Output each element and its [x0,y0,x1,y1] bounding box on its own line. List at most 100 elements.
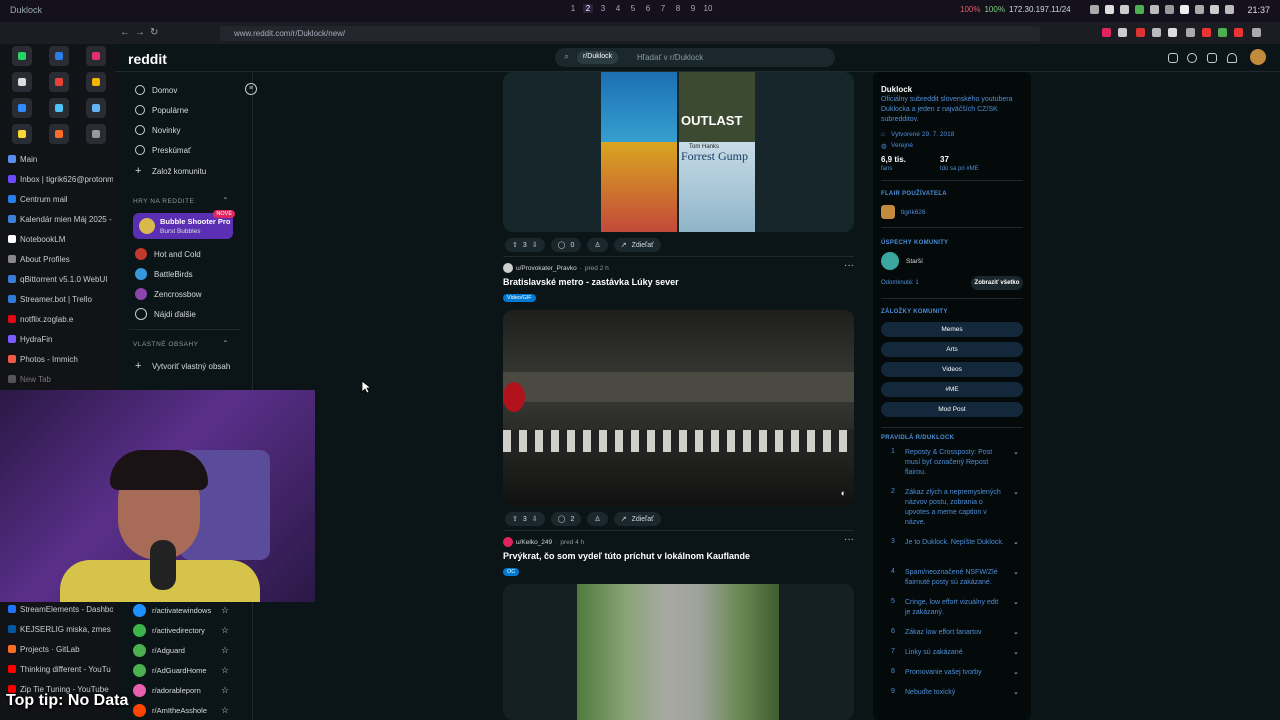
star-icon[interactable]: ☆ [221,625,229,636]
gitlab-pin[interactable] [49,124,69,144]
chevron-up-icon[interactable]: ⌃ [222,196,229,205]
more-options-icon[interactable]: ··· [844,534,854,545]
cloud-pin[interactable] [49,98,69,118]
chat-pin[interactable] [12,98,32,118]
star-icon[interactable]: ☆ [221,645,229,656]
browser-tab[interactable]: KEJSERLIG miska, zmes fa [8,621,113,637]
post-author[interactable]: u/Kelko_249 [516,539,552,546]
bookmark-button[interactable]: Mod Post [881,402,1023,417]
extension-icon[interactable] [1152,28,1161,37]
browser-tab[interactable]: Main [8,151,113,167]
nav-home[interactable]: Domov [135,85,177,95]
extension-icon[interactable] [1218,28,1227,37]
downvote-icon[interactable]: ⇩ [532,241,538,249]
extension-icon[interactable] [1102,28,1111,37]
forward-icon[interactable]: → [135,27,145,38]
chevron-down-icon[interactable]: ⌄ [1013,488,1019,528]
power-icon[interactable] [1225,5,1234,14]
chevron-down-icon[interactable]: ⌄ [1013,538,1019,548]
star-icon[interactable]: ☆ [221,705,229,716]
comments-button[interactable]: ◯ 0 [550,238,582,252]
extension-icon[interactable] [1186,28,1195,37]
game-hot-and-cold[interactable]: Hot and Cold [135,248,201,260]
nav-news[interactable]: Novinky [135,125,180,135]
rule-item[interactable]: 2 Zákaz zlých a nepremyslených názvov pos… [881,488,1026,528]
nav-explore[interactable]: Preskúmať [135,145,191,155]
user-flair-name[interactable]: tigrik626 [901,209,926,216]
address-bar[interactable]: www.reddit.com/r/Duklock/new/ [220,26,1040,41]
browser-tab[interactable]: HydraFin [8,331,113,347]
bookmark-button[interactable]: Videos [881,362,1023,377]
search-bar[interactable]: ⌕ r/Duklock Hľadať v r/Duklock [555,48,835,67]
reddit-logo[interactable]: reddit [128,51,167,67]
award-button[interactable]: ♙ [587,238,608,252]
ads-icon[interactable] [1168,53,1178,63]
rule-item[interactable]: 8 Promovanie vašej tvorby ⌄ [881,668,1026,678]
browser-tab[interactable]: Thinking different - YouTu [8,661,113,677]
browser-tab[interactable]: Centrum mail [8,191,113,207]
create-custom-feed[interactable]: + Vytvoriť vlastný obsah [135,360,230,372]
bookmark-button[interactable]: #ME [881,382,1023,397]
volume-icon[interactable]: ◐ [841,488,846,498]
wifi-icon[interactable] [1210,5,1219,14]
subreddit-item[interactable]: r/AdGuardHome ☆ [133,664,229,677]
downvote-icon[interactable]: ⇩ [532,515,538,523]
browser-tab[interactable]: Streamer.bot | Trello [8,291,113,307]
browser-tab[interactable]: Inbox | tigrik626@protonm [8,171,113,187]
chevron-down-icon[interactable]: ⌄ [1013,648,1019,658]
star-icon[interactable]: ☆ [221,665,229,676]
share-button[interactable]: ↗ Zdieľať [613,238,661,252]
extension-icon[interactable] [1168,28,1177,37]
post-flair[interactable]: OC [503,568,520,576]
nav-popular[interactable]: Populárne [135,105,188,115]
chevron-down-icon[interactable]: ⌄ [1013,668,1019,678]
workspace-8[interactable]: 8 [673,4,683,13]
workspace-9[interactable]: 9 [688,4,698,13]
more-options-icon[interactable]: ··· [844,260,854,271]
bookmark-button[interactable]: Arts [881,342,1023,357]
browser-tab[interactable]: New Tab [8,371,113,387]
chevron-down-icon[interactable]: ⌄ [1013,688,1019,698]
browser-tab[interactable]: Photos - Immich [8,351,113,367]
create-post-icon[interactable] [1207,53,1217,63]
post-image-gallery[interactable]: OUTLAST Tom Hanks Forrest Gump [503,72,854,232]
whatsapp-pin[interactable] [12,46,32,66]
subreddit-chip[interactable]: r/Duklock [577,51,619,64]
chevron-up-icon[interactable]: ⌃ [222,339,229,348]
browser-tab[interactable]: Projects · GitLab [8,641,113,657]
extension-icon[interactable] [1202,28,1211,37]
vote-pill[interactable]: ⇧ 3 ⇩ [505,512,545,526]
browser-tab[interactable]: StreamElements - Dashbo [8,601,113,617]
calendar-pin[interactable] [86,98,106,118]
workspace-10[interactable]: 10 [703,4,713,13]
subreddit-item[interactable]: r/adorableporn ☆ [133,684,229,697]
workspace-5[interactable]: 5 [628,4,638,13]
upvote-icon[interactable]: ⇧ [512,515,518,523]
workspace-1[interactable]: 1 [568,4,578,13]
rule-item[interactable]: 5 Cringe, low effort vizuálny edit je zak… [881,598,1026,618]
settings-pin[interactable] [86,124,106,144]
bookmark-button[interactable]: Memes [881,322,1023,337]
gmail-pin-2[interactable] [86,72,106,92]
reload-icon[interactable]: ↻ [150,27,158,38]
extension-icon[interactable] [1118,28,1127,37]
award-button[interactable]: ♙ [587,512,608,526]
comments-button[interactable]: ◯ 2 [550,512,582,526]
subreddit-item[interactable]: r/activedirectory ☆ [133,624,229,637]
post-video-metro[interactable]: ◐ [503,310,854,506]
subreddit-item[interactable]: r/AmItheAsshole ☆ [133,704,229,717]
rule-item[interactable]: 6 Zákaz low effort fanartov ⌄ [881,628,1026,638]
user-avatar[interactable] [1250,49,1266,65]
rule-item[interactable]: 9 Nebuďte toxický ⌄ [881,688,1026,698]
chevron-down-icon[interactable]: ⌄ [1013,598,1019,618]
find-more-games[interactable]: Nájdi ďalšie [135,308,196,320]
messenger-pin[interactable] [49,46,69,66]
promo-bubble-shooter[interactable]: Bubble Shooter Pro Burst Bubbles NOVÉ [133,210,235,239]
browser-tab[interactable]: About Profiles [8,251,113,267]
chevron-down-icon[interactable]: ⌄ [1013,628,1019,638]
gmail-pin[interactable] [49,72,69,92]
phone-icon[interactable] [1105,5,1114,14]
play-icon[interactable] [1090,5,1099,14]
game-zencrossbow[interactable]: Zencrossbow [135,288,202,300]
game-battlebirds[interactable]: BattleBirds [135,268,193,280]
